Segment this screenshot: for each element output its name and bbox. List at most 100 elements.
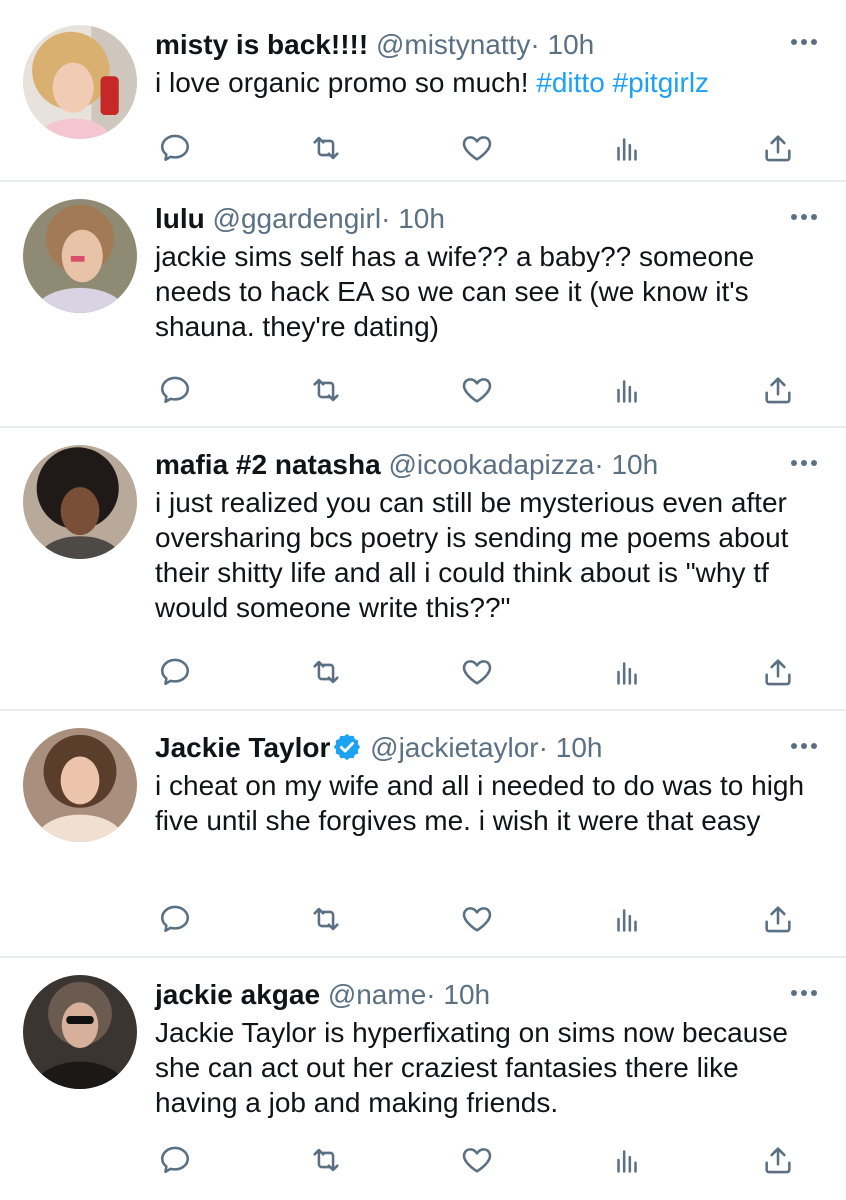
author-name[interactable]: lulu xyxy=(155,203,205,234)
analytics-button[interactable] xyxy=(607,652,647,692)
action-bar xyxy=(155,370,798,410)
analytics-icon xyxy=(617,909,638,932)
retweet-button[interactable] xyxy=(306,899,346,939)
avatar-image xyxy=(23,975,137,1089)
reply-icon xyxy=(160,658,190,686)
analytics-icon xyxy=(617,380,638,403)
tweet-text: i just realized you can still be mysteri… xyxy=(155,487,789,623)
like-button[interactable] xyxy=(457,1140,497,1180)
reply-button[interactable] xyxy=(155,652,195,692)
timestamp[interactable]: 10h xyxy=(398,203,445,234)
author-handle[interactable]: @mistynatty xyxy=(376,29,530,60)
more-icon[interactable] xyxy=(790,741,818,751)
hashtag-links[interactable]: #ditto #pitgirlz xyxy=(536,67,709,98)
action-bar xyxy=(155,899,798,939)
timestamp[interactable]: 10h xyxy=(611,449,658,480)
like-button[interactable] xyxy=(457,128,497,168)
share-icon xyxy=(765,1147,791,1174)
tweet-3[interactable]: mafia #2 natasha @icookadapizza· 10h i j… xyxy=(0,428,846,711)
share-button[interactable] xyxy=(758,1140,798,1180)
analytics-button[interactable] xyxy=(607,128,647,168)
analytics-button[interactable] xyxy=(607,899,647,939)
reply-button[interactable] xyxy=(155,1140,195,1180)
action-bar xyxy=(155,1140,798,1180)
author-name[interactable]: mafia #2 natasha xyxy=(155,449,381,480)
retweet-icon xyxy=(313,136,339,160)
retweet-icon xyxy=(313,378,339,402)
timestamp[interactable]: 10h xyxy=(548,29,595,60)
analytics-button[interactable] xyxy=(607,1140,647,1180)
author-handle[interactable]: @jackietaylor xyxy=(370,732,538,763)
separator-dot: · xyxy=(381,203,391,234)
share-icon xyxy=(765,906,791,933)
avatar[interactable] xyxy=(23,728,137,842)
separator-dot: · xyxy=(426,979,436,1010)
author-name[interactable]: Jackie Taylor xyxy=(155,732,330,763)
author-handle[interactable]: @icookadapizza xyxy=(388,449,594,480)
heart-icon xyxy=(462,1148,491,1173)
tweet-5[interactable]: jackie akgae @name· 10h Jackie Taylor is… xyxy=(0,958,846,1200)
share-icon xyxy=(765,659,791,686)
timestamp[interactable]: 10h xyxy=(556,732,603,763)
share-icon xyxy=(765,377,791,404)
like-button[interactable] xyxy=(457,652,497,692)
author-handle[interactable]: @name xyxy=(328,979,426,1010)
heart-icon xyxy=(462,907,491,932)
avatar[interactable] xyxy=(23,25,137,139)
timestamp[interactable]: 10h xyxy=(443,979,490,1010)
author-name[interactable]: jackie akgae xyxy=(155,979,320,1010)
retweet-icon xyxy=(313,907,339,931)
separator-dot: · xyxy=(530,29,540,60)
more-icon[interactable] xyxy=(790,458,818,468)
avatar[interactable] xyxy=(23,975,137,1089)
share-button[interactable] xyxy=(758,899,798,939)
tweet-2[interactable]: lulu @ggardengirl· 10h jackie sims self … xyxy=(0,182,846,428)
analytics-button[interactable] xyxy=(607,370,647,410)
share-button[interactable] xyxy=(758,128,798,168)
author-name[interactable]: misty is back!!!! xyxy=(155,29,368,60)
avatar[interactable] xyxy=(23,445,137,559)
more-icon[interactable] xyxy=(790,988,818,998)
analytics-icon xyxy=(617,138,638,161)
retweet-button[interactable] xyxy=(306,128,346,168)
tweet-4[interactable]: Jackie Taylor @jackietaylor· 10h i cheat… xyxy=(0,711,846,958)
avatar-image xyxy=(23,199,137,313)
like-button[interactable] xyxy=(457,370,497,410)
avatar-image xyxy=(23,445,137,559)
heart-icon xyxy=(462,136,491,161)
action-bar xyxy=(155,128,798,168)
tweet-text-body: i love organic promo so much! xyxy=(155,67,537,98)
more-icon[interactable] xyxy=(790,212,818,222)
tweet-text: Jackie Taylor is hyperfixating on sims n… xyxy=(155,1017,788,1118)
avatar-image xyxy=(23,728,137,842)
reply-icon xyxy=(160,134,190,162)
heart-icon xyxy=(462,378,491,403)
heart-icon xyxy=(462,660,491,685)
tweet-text: i love organic promo so much! #ditto #pi… xyxy=(155,65,820,100)
share-icon xyxy=(765,135,791,162)
reply-icon xyxy=(160,376,190,404)
separator-dot: · xyxy=(538,732,548,763)
separator-dot: · xyxy=(594,449,604,480)
more-icon[interactable] xyxy=(790,37,818,47)
reply-button[interactable] xyxy=(155,370,195,410)
author-handle[interactable]: @ggardengirl xyxy=(213,203,382,234)
tweet-1[interactable]: misty is back!!!! @mistynatty· 10h i lov… xyxy=(0,0,846,182)
share-button[interactable] xyxy=(758,370,798,410)
reply-icon xyxy=(160,905,190,933)
tweet-text: jackie sims self has a wife?? a baby?? s… xyxy=(155,241,755,342)
retweet-button[interactable] xyxy=(306,1140,346,1180)
reply-button[interactable] xyxy=(155,899,195,939)
retweet-icon xyxy=(313,660,339,684)
retweet-button[interactable] xyxy=(306,370,346,410)
analytics-icon xyxy=(617,662,638,685)
reply-button[interactable] xyxy=(155,128,195,168)
like-button[interactable] xyxy=(457,899,497,939)
tweet-text: i cheat on my wife and all i needed to d… xyxy=(155,770,805,836)
retweet-icon xyxy=(313,1148,339,1172)
avatar[interactable] xyxy=(23,199,137,313)
analytics-icon xyxy=(617,1150,638,1173)
share-button[interactable] xyxy=(758,652,798,692)
retweet-button[interactable] xyxy=(306,652,346,692)
action-bar xyxy=(155,652,798,692)
